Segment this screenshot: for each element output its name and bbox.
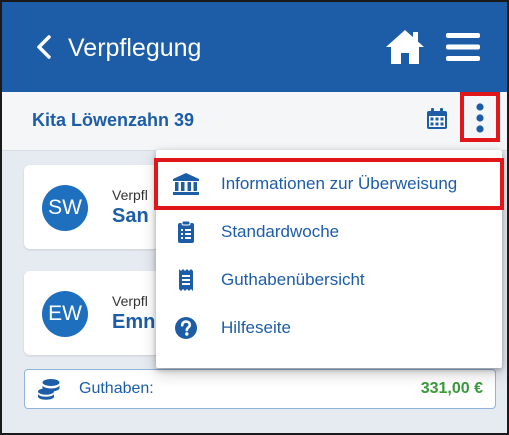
balance-label: Guthaben:: [79, 380, 154, 397]
options-dropdown: Informationen zur Überweisung Standardwo…: [154, 150, 504, 368]
menu-item-label: Guthabenübersicht: [221, 270, 365, 289]
balance-value: 331,00 €: [420, 380, 483, 397]
child-label: Verpfl: [112, 187, 148, 203]
receipt-icon: [179, 269, 193, 291]
app-window: Verpflegung Kita Löwenzahn 39 SW Verpfl …: [0, 0, 509, 435]
question-circle-icon: [175, 317, 197, 339]
chevron-left-icon[interactable]: [32, 32, 56, 62]
kita-bar: Kita Löwenzahn 39: [2, 92, 507, 151]
menu-item-label: Hilfeseite: [221, 318, 291, 337]
menu-item-help[interactable]: Hilfeseite: [156, 304, 502, 352]
menu-item-transfer-info[interactable]: Informationen zur Überweisung: [154, 158, 504, 210]
home-icon[interactable]: [384, 28, 426, 66]
menu-item-standard-week[interactable]: Standardwoche: [156, 208, 502, 256]
hamburger-menu-icon[interactable]: [442, 30, 484, 64]
avatar: EW: [42, 291, 88, 337]
more-options-button[interactable]: [460, 92, 500, 142]
coins-icon: [38, 379, 60, 400]
bank-icon: [173, 173, 199, 195]
page-title: Verpflegung: [68, 34, 202, 62]
child-label: Verpfl: [112, 293, 148, 309]
child-name: San: [112, 205, 149, 227]
balance-bar[interactable]: Guthaben: 331,00 €: [24, 369, 496, 409]
avatar: SW: [42, 185, 88, 231]
menu-item-balance-overview[interactable]: Guthabenübersicht: [156, 256, 502, 304]
menu-item-label: Informationen zur Überweisung: [221, 174, 458, 193]
kebab-menu-icon: [476, 103, 484, 133]
calendar-icon[interactable]: [425, 107, 449, 131]
app-bar: Verpflegung: [2, 2, 507, 92]
clipboard-list-icon: [178, 220, 194, 243]
child-name: Emn: [112, 311, 156, 333]
kita-name: Kita Löwenzahn 39: [32, 110, 195, 130]
menu-item-label: Standardwoche: [221, 222, 340, 241]
